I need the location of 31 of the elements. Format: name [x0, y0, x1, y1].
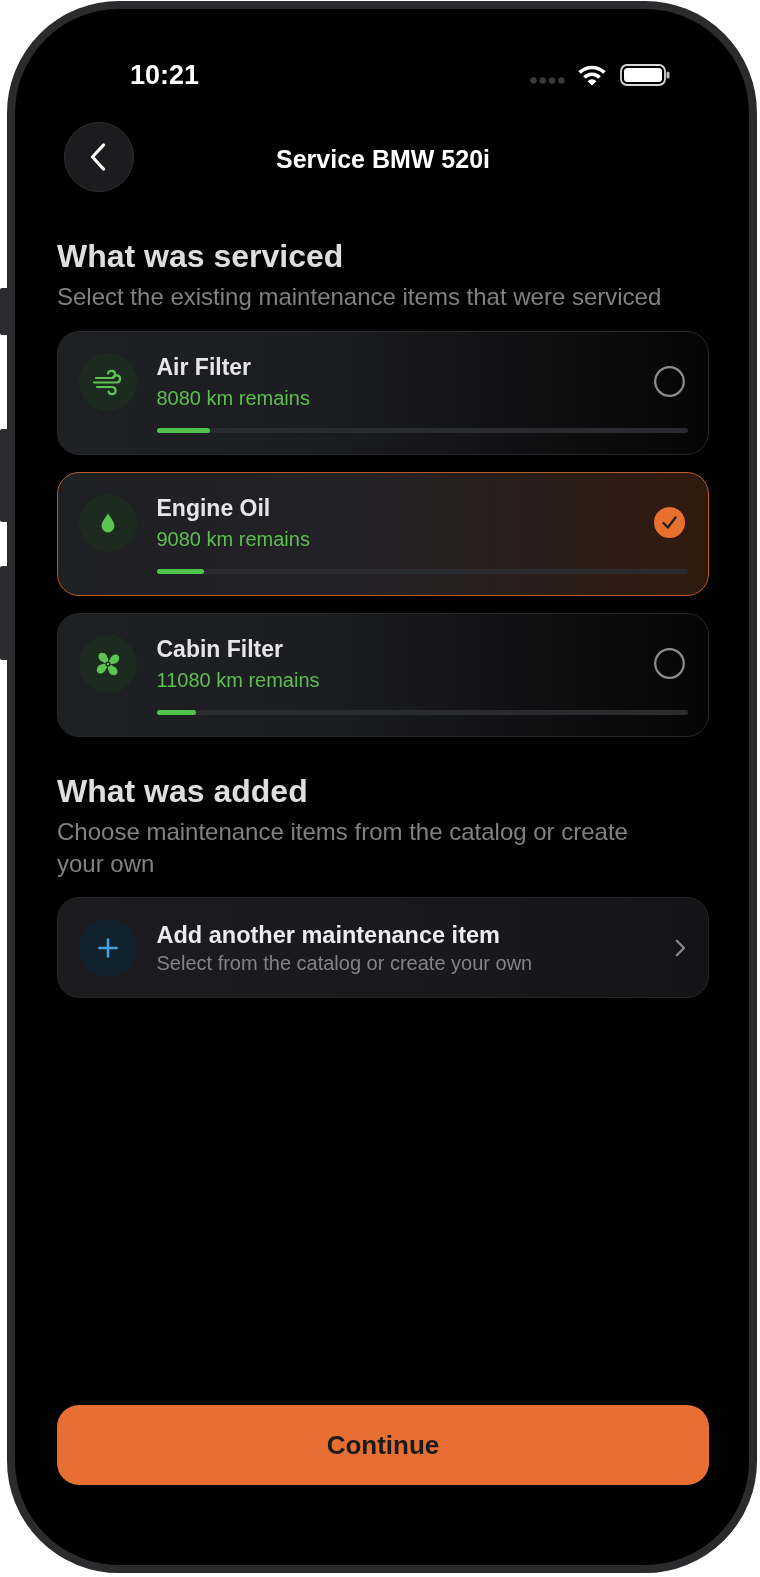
- wifi-icon: [577, 64, 607, 86]
- add-item-subtitle: Select from the catalog or create your own: [156, 950, 533, 975]
- item-name: Engine Oil: [156, 493, 271, 522]
- fan-icon: [78, 634, 137, 693]
- item-name: Cabin Filter: [156, 634, 283, 663]
- radio-button[interactable]: [653, 507, 685, 538]
- item-name: Air Filter: [156, 352, 252, 381]
- remaining-distance: 9080 km remains: [156, 526, 310, 552]
- maintenance-item-card[interactable]: Air Filter 8080 km remains: [57, 331, 709, 455]
- add-item-card[interactable]: Add another maintenance item Select from the catalog or create your own: [57, 897, 709, 998]
- section-subtitle: Choose maintenance items from the catalog or create your own: [57, 817, 629, 879]
- remaining-distance: 11080 km remains: [156, 667, 320, 693]
- add-item-title: Add another maintenance item: [156, 920, 500, 949]
- screen-title: Service BMW 520i: [276, 143, 490, 174]
- section-heading: What was added: [57, 772, 308, 810]
- section-subtitle: Select the existing maintenance items that were serviced: [57, 282, 662, 312]
- drop-icon: [78, 493, 137, 552]
- wind-icon: [78, 352, 137, 411]
- battery-icon: [620, 64, 670, 86]
- radio-button[interactable]: [653, 366, 685, 397]
- maintenance-item-card[interactable]: Engine Oil 9080 km remains: [57, 472, 709, 596]
- signal-icon: [530, 76, 565, 84]
- continue-button[interactable]: Continue: [57, 1405, 709, 1485]
- remaining-distance: 8080 km remains: [156, 385, 310, 411]
- plus-icon: [78, 918, 137, 977]
- chevron-right-icon: [675, 938, 686, 957]
- maintenance-item-card[interactable]: Cabin Filter 11080 km remains: [57, 613, 709, 737]
- status-time: 10:21: [130, 59, 200, 91]
- section-heading: What was serviced: [57, 237, 344, 275]
- chevron-left-icon: [89, 143, 106, 171]
- radio-button[interactable]: [653, 648, 685, 679]
